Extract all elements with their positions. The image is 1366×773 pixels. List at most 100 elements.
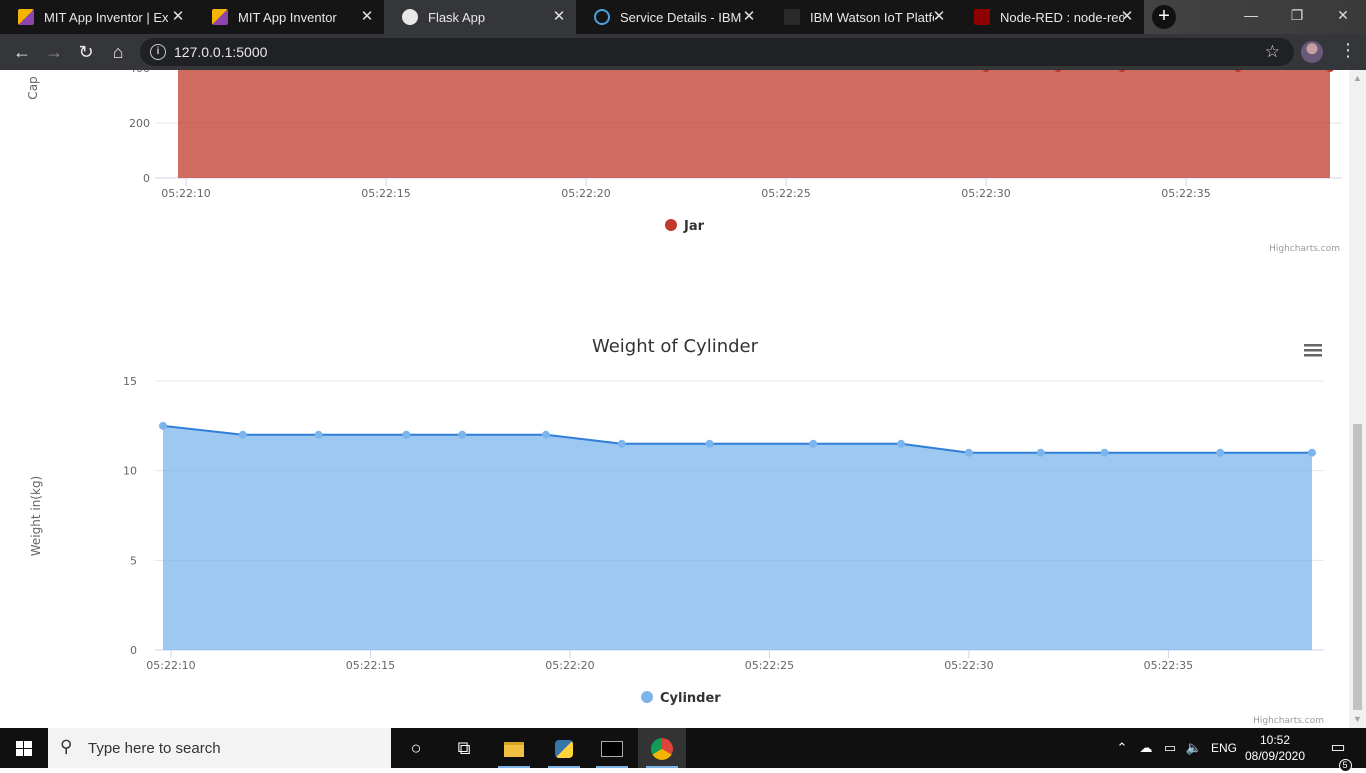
clock[interactable]: 10:52 08/09/2020 [1240,732,1310,764]
browser-tab[interactable]: MIT App Inventor | Expl ✕ [0,0,195,34]
data-point [1100,448,1109,457]
scroll-up-arrow-icon[interactable]: ▲ [1349,70,1366,87]
reload-icon[interactable]: ↻ [74,40,98,64]
y-axis-label: Cap [26,76,40,99]
tab-title: IBM Watson IoT Platform [810,9,934,25]
legend-label: Jar [683,219,705,234]
notification-center-icon[interactable]: ▭ 5 [1318,728,1358,772]
chart-legend[interactable]: Jar [665,219,705,234]
bookmark-star-icon[interactable]: ☆ [1265,42,1280,62]
close-icon[interactable]: ✕ [550,8,568,26]
y-axis-label: Weight in(kg) [29,476,43,557]
x-tick-label: 05:22:35 [1144,659,1193,672]
minimize-icon[interactable]: — [1228,0,1274,30]
back-icon[interactable]: ← [10,40,34,64]
more-menu-icon[interactable]: ⋮ [1338,40,1358,61]
legend-marker [641,691,653,703]
series-area [178,70,1330,178]
close-icon[interactable]: ✕ [1118,8,1136,26]
onedrive-icon[interactable]: ☁ [1134,728,1158,768]
x-tick-label: 05:22:15 [346,659,395,672]
tab-title: MIT App Inventor [238,9,337,25]
x-tick-label: 05:22:30 [961,187,1010,200]
legend-label: Cylinder [660,691,721,706]
data-point [964,448,973,457]
browser-tab[interactable]: Service Details - IBM Clo ✕ [576,0,766,34]
scroll-down-arrow-icon[interactable]: ▼ [1349,711,1366,728]
ibm-watson-icon [784,9,800,25]
restore-icon[interactable]: ❐ [1274,0,1320,30]
series-area [163,425,1312,650]
data-point [238,430,247,439]
data-point [1308,448,1316,457]
close-window-icon[interactable]: ✕ [1320,0,1366,30]
data-point [402,430,411,439]
windows-logo-icon [16,741,32,756]
browser-tab[interactable]: Node-RED : node-red-e ✕ [956,0,1144,34]
address-bar[interactable]: i 127.0.0.1:5000 ☆ [140,38,1294,66]
close-icon[interactable]: ✕ [740,8,758,26]
scrollbar-thumb[interactable] [1353,424,1362,710]
browser-tab-active[interactable]: Flask App ✕ [384,0,576,34]
y-tick-label: 0 [143,172,150,185]
mit-app-inventor-icon [18,9,34,25]
ibm-cloud-icon [594,9,610,25]
series-line [162,424,1312,454]
chart-context-menu-icon[interactable] [1304,344,1322,357]
x-tick-label: 05:22:15 [361,187,410,200]
chart-legend[interactable]: Cylinder [641,691,721,706]
page-viewport: 400 200 0 05:22:10 05:22:15 05:22:20 05:22:25… [0,70,1366,728]
windows-start-button[interactable] [0,728,48,768]
url-text: 127.0.0.1:5000 [174,44,268,60]
y-tick-label: 5 [130,554,137,567]
browser-toolbar: ← → ↻ ⌂ i 127.0.0.1:5000 ☆ ⋮ [0,34,1366,70]
browser-tab[interactable]: IBM Watson IoT Platform ✕ [766,0,956,34]
python-icon[interactable] [540,728,588,768]
forward-icon[interactable]: → [42,40,66,64]
credits-link[interactable]: Highcharts.com [1269,244,1340,254]
credits-link[interactable]: Highcharts.com [1253,716,1324,726]
show-hidden-icons-icon[interactable]: ⌃ [1110,728,1134,768]
network-icon[interactable]: ▭ [1158,728,1182,768]
x-tick-label: 05:22:25 [761,187,810,200]
cortana-icon[interactable]: ○ [392,728,440,768]
data-point [159,421,167,430]
task-view-icon[interactable]: ⧉ [440,728,488,768]
clock-date: 08/09/2020 [1244,749,1306,763]
browser-tab[interactable]: MIT App Inventor ✕ [194,0,384,34]
data-point [314,430,323,439]
data-point [458,430,467,439]
avatar[interactable] [1301,41,1323,63]
search-placeholder: Type here to search [88,740,221,757]
x-tick-label: 05:22:30 [944,659,993,672]
y-tick-label: 10 [123,465,137,478]
notification-count-badge: 5 [1338,759,1352,772]
tab-title: Service Details - IBM Clo [620,9,744,25]
chrome-icon[interactable] [638,728,686,768]
close-icon[interactable]: ✕ [358,8,376,26]
windows-taskbar: ⚲ Type here to search ○ ⧉ ⌃ ☁ ▭ 🔈 ENG 10… [0,728,1366,772]
close-icon[interactable]: ✕ [930,8,948,26]
taskbar-search-input[interactable]: ⚲ Type here to search [48,728,391,768]
clock-time: 10:52 [1259,733,1291,747]
data-point [542,430,550,439]
close-icon[interactable]: ✕ [169,8,187,26]
tab-title: Flask App [428,9,486,25]
vertical-scrollbar[interactable]: ▲ ▼ [1349,70,1366,728]
y-tick-label: 15 [123,375,137,388]
data-point [897,439,906,448]
volume-icon[interactable]: 🔈 [1182,728,1206,768]
info-icon[interactable]: i [150,44,166,60]
file-explorer-icon[interactable] [490,728,538,768]
new-tab-button[interactable]: + [1152,5,1176,29]
x-tick-label: 05:22:10 [146,659,195,672]
language-indicator[interactable]: ENG [1208,728,1240,768]
x-tick-label: 05:22:10 [161,187,210,200]
command-prompt-icon[interactable] [588,728,636,768]
legend-marker [665,219,677,231]
x-tick-label: 05:22:35 [1161,187,1210,200]
home-icon[interactable]: ⌂ [106,40,130,64]
y-tick-label: 0 [130,644,137,657]
jar-chart: 400 200 0 05:22:10 05:22:15 05:22:20 05:22:25… [26,70,1342,254]
search-icon: ⚲ [60,737,73,756]
